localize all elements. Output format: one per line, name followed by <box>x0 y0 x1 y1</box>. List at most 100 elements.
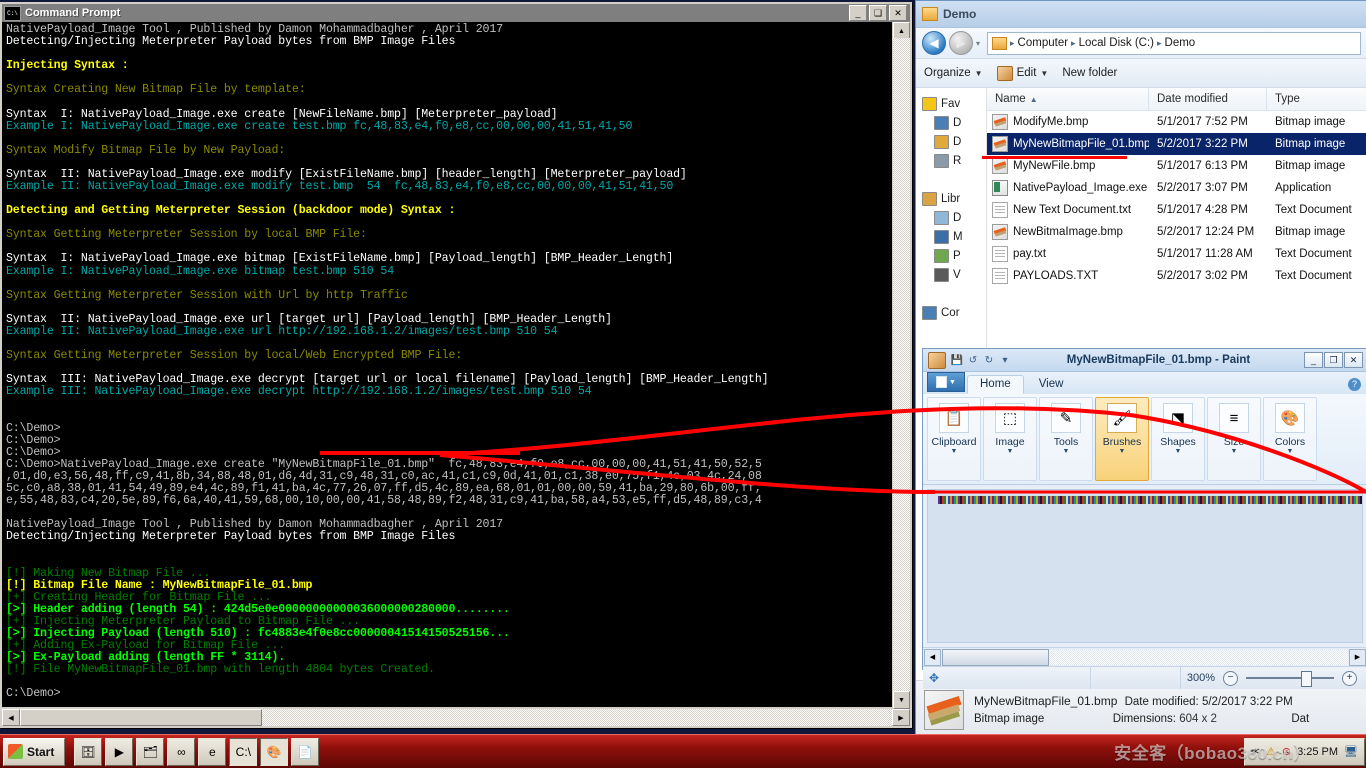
table-row[interactable]: pay.txt5/1/2017 11:28 AMText Document <box>987 243 1366 265</box>
customize-icon[interactable]: ▾ <box>997 352 1013 368</box>
taskbar-item-powershell[interactable]: ▶ <box>105 738 133 766</box>
system-tray[interactable]: ≪ ⚠ ⊗ 3:25 PM 🖥 <box>1244 738 1365 766</box>
table-row[interactable]: New Text Document.txt5/1/2017 4:28 PMTex… <box>987 199 1366 221</box>
sidebar-item-d[interactable]: D <box>922 132 986 151</box>
error-icon[interactable]: ⊗ <box>1282 745 1291 758</box>
taskbar-item-command-prompt[interactable]: C:\ <box>229 738 257 766</box>
zoom-slider[interactable] <box>1246 677 1334 679</box>
column-header-type[interactable]: Type <box>1267 88 1366 110</box>
zoom-out-button[interactable]: − <box>1223 671 1238 686</box>
paint-scroll-right-button[interactable]: ▶ <box>1349 649 1366 666</box>
sidebar-item-r[interactable]: R <box>922 151 986 170</box>
redo-icon[interactable]: ↻ <box>981 352 997 368</box>
paint-maximize-button[interactable]: ❐ <box>1324 352 1343 368</box>
warning-icon[interactable]: ⚠ <box>1266 745 1276 758</box>
chevron-down-icon[interactable]: ▼ <box>1119 448 1126 456</box>
ribbon-group-brushes[interactable]: 🖌Brushes▼ <box>1095 397 1149 481</box>
network-icon[interactable]: 🖥 <box>1344 745 1358 758</box>
ribbon-group-shapes[interactable]: ⬔Shapes▼ <box>1151 397 1205 481</box>
zoom-slider-thumb[interactable] <box>1301 671 1312 687</box>
chevron-down-icon[interactable]: ▼ <box>1175 448 1182 456</box>
command-prompt-window[interactable]: C:\ Command Prompt _ ❑ ✕ NativePayload_I… <box>0 2 912 728</box>
table-row[interactable]: ModifyMe.bmp5/1/2017 7:52 PMBitmap image <box>987 111 1366 133</box>
clock-label[interactable]: 3:25 PM <box>1297 746 1338 758</box>
ribbon-group-image[interactable]: ⬚Image▼ <box>983 397 1037 481</box>
explorer-title-bar[interactable]: Demo <box>916 1 1366 28</box>
back-button[interactable]: ◀ <box>922 31 946 55</box>
column-header-name[interactable]: Name ▲ <box>987 88 1149 110</box>
cmd-scroll-left-button[interactable]: ◀ <box>2 709 20 726</box>
ribbon-group-colors[interactable]: 🎨Colors▼ <box>1263 397 1317 481</box>
show-hidden-icons-button[interactable]: ≪ <box>1251 746 1260 757</box>
recent-pages-button[interactable]: ▾ <box>976 39 980 48</box>
cmd-close-button[interactable]: ✕ <box>889 5 907 21</box>
table-row[interactable]: PAYLOADS.TXT5/2/2017 3:02 PMText Documen… <box>987 265 1366 287</box>
cmd-vertical-scrollbar[interactable]: ▲ ▼ <box>893 22 910 709</box>
cmd-minimize-button[interactable]: _ <box>849 5 867 21</box>
breadcrumb-demo[interactable]: Demo <box>1165 37 1196 49</box>
column-header-date[interactable]: Date modified <box>1149 88 1267 110</box>
paint-app-menu-button[interactable]: ▼ <box>927 372 965 392</box>
table-row[interactable]: MyNewBitmapFile_01.bmp5/2/2017 3:22 PMBi… <box>987 133 1366 155</box>
sidebar-item-m[interactable]: M <box>922 227 986 246</box>
paint-close-button[interactable]: ✕ <box>1344 352 1363 368</box>
cmd-scroll-right-button[interactable]: ▶ <box>892 709 910 726</box>
paint-hscroll-track[interactable] <box>1049 650 1348 665</box>
taskbar-item-server-manager[interactable]: 🗄 <box>74 738 102 766</box>
chevron-down-icon[interactable]: ▼ <box>1063 448 1070 456</box>
sidebar-item-v[interactable]: V <box>922 265 986 284</box>
table-row[interactable]: NativePayload_Image.exe5/2/2017 3:07 PMA… <box>987 177 1366 199</box>
taskbar-item-explorer[interactable]: 🗂 <box>136 738 164 766</box>
taskbar-item-internet-explorer[interactable]: e <box>198 738 226 766</box>
cmd-vscroll-track[interactable] <box>893 38 910 693</box>
sidebar-item-d[interactable]: D <box>922 113 986 132</box>
sidebar-item-d[interactable]: D <box>922 208 986 227</box>
ribbon-group-size[interactable]: ≡Size▼ <box>1207 397 1261 481</box>
start-button[interactable]: Start <box>3 738 65 766</box>
paint-window[interactable]: 💾 ↺ ↻ ▾ MyNewBitmapFile_01.bmp - Paint _… <box>922 348 1366 670</box>
breadcrumb-local-disk[interactable]: Local Disk (C:) <box>1079 37 1154 49</box>
undo-icon[interactable]: ↺ <box>965 352 981 368</box>
cmd-scroll-down-button[interactable]: ▼ <box>893 691 910 709</box>
table-row[interactable]: NewBitmaImage.bmp5/2/2017 12:24 PMBitmap… <box>987 221 1366 243</box>
paint-canvas-area[interactable] <box>927 489 1363 643</box>
forward-button[interactable]: ▶ <box>949 31 973 55</box>
sidebar-item-cor[interactable]: Cor <box>922 303 986 322</box>
chevron-down-icon[interactable]: ▼ <box>1231 448 1238 456</box>
paint-horizontal-scrollbar[interactable]: ◀ ▶ <box>923 647 1366 666</box>
cmd-hscroll-thumb[interactable] <box>20 709 262 726</box>
new-folder-button[interactable]: New folder <box>1062 67 1117 79</box>
chevron-down-icon[interactable]: ▼ <box>951 448 958 456</box>
paint-title-bar[interactable]: 💾 ↺ ↻ ▾ MyNewBitmapFile_01.bmp - Paint _… <box>923 349 1366 372</box>
cmd-maximize-button[interactable]: ❑ <box>869 5 887 21</box>
sidebar-item-fav[interactable]: Fav <box>922 94 986 113</box>
taskbar-item-notepad[interactable]: 📄 <box>291 738 319 766</box>
taskbar-item-visual-studio[interactable]: ∞ <box>167 738 195 766</box>
paint-minimize-button[interactable]: _ <box>1304 352 1323 368</box>
bitmap-image-canvas[interactable] <box>938 496 1362 504</box>
cmd-hscroll-track[interactable] <box>262 709 892 726</box>
ribbon-group-tools[interactable]: ✎Tools▼ <box>1039 397 1093 481</box>
breadcrumb-computer[interactable]: Computer <box>1018 37 1069 49</box>
zoom-in-button[interactable]: + <box>1342 671 1357 686</box>
console-output-area[interactable]: NativePayload_Image Tool , Published by … <box>2 22 892 707</box>
chevron-down-icon[interactable]: ▼ <box>1007 448 1014 456</box>
paint-hscroll-thumb[interactable] <box>942 649 1049 666</box>
sidebar-item-libr[interactable]: Libr <box>922 189 986 208</box>
paint-scroll-left-button[interactable]: ◀ <box>924 649 941 666</box>
help-icon[interactable]: ? <box>1348 378 1361 391</box>
sidebar-item-p[interactable]: P <box>922 246 986 265</box>
save-icon[interactable]: 💾 <box>949 352 965 368</box>
tab-home[interactable]: Home <box>967 375 1024 394</box>
cmd-horizontal-scrollbar[interactable]: ◀ ▶ <box>2 709 910 726</box>
cmd-title-bar[interactable]: C:\ Command Prompt _ ❑ ✕ <box>2 4 910 22</box>
taskbar[interactable]: Start 🗄▶🗂∞eC:\🎨📄 ≪ ⚠ ⊗ 3:25 PM 🖥 安全客（bob… <box>0 734 1366 768</box>
taskbar-item-paint[interactable]: 🎨 <box>260 738 288 766</box>
chevron-down-icon[interactable]: ▼ <box>1287 448 1294 456</box>
table-row[interactable]: MyNewFile.bmp5/1/2017 6:13 PMBitmap imag… <box>987 155 1366 177</box>
ribbon-group-clipboard[interactable]: 📋Clipboard▼ <box>927 397 981 481</box>
tab-view[interactable]: View <box>1026 375 1077 394</box>
address-bar[interactable]: ▸ Computer ▸ Local Disk (C:) ▸ Demo <box>987 32 1361 55</box>
organize-button[interactable]: Organize ▼ <box>924 67 983 79</box>
edit-button[interactable]: Edit ▼ <box>997 66 1049 81</box>
